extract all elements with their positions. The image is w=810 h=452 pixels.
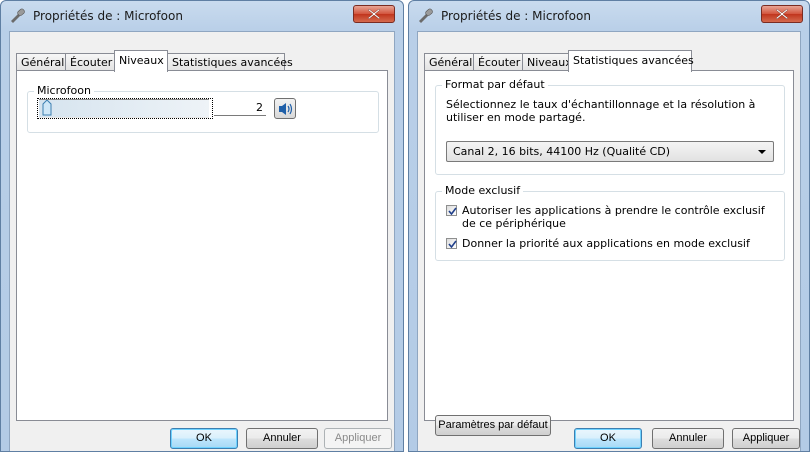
checkbox-row[interactable]: Donner la priorité aux applications en m… [446, 237, 780, 251]
title-bar[interactable]: Propriétés de : Microfoon [409, 1, 809, 31]
tab-listen[interactable]: Écouter [65, 53, 115, 70]
allow-exclusive-label[interactable]: Autoriser les applications à prendre le … [462, 204, 778, 230]
cancel-button[interactable]: Annuler [652, 428, 724, 449]
tab-advanced-statistics[interactable]: Statistiques avancées [167, 53, 293, 70]
microphone-level-group: Microfoon 2 [27, 84, 379, 133]
mute-button[interactable] [274, 98, 296, 119]
tab-panel-levels: Microfoon 2 [16, 70, 388, 421]
microphone-icon [419, 8, 433, 23]
cancel-button[interactable]: Annuler [246, 428, 318, 449]
tab-panel-advanced: Format par défaut Sélectionnez le taux d… [424, 70, 794, 436]
tab-general[interactable]: Général [424, 53, 474, 70]
ok-button[interactable]: OK [574, 428, 642, 449]
close-icon [368, 9, 380, 19]
title-bar[interactable]: Propriétés de : Microfoon [1, 1, 403, 31]
level-value-input[interactable]: 2 [214, 99, 266, 116]
tab-levels[interactable]: Niveaux [114, 50, 168, 72]
group-title: Mode exclusif [442, 184, 524, 197]
exclusive-priority-label[interactable]: Donner la priorité aux applications en m… [462, 237, 778, 250]
tab-advanced-statistics[interactable]: Statistiques avancées [568, 50, 694, 72]
exclusive-mode-group: Mode exclusif Autoriser les applications… [435, 184, 785, 261]
tab-levels[interactable]: Niveaux [522, 53, 572, 70]
default-format-group: Format par défaut Sélectionnez le taux d… [435, 78, 785, 175]
dialog-client: Général Écouter Niveaux Statistiques ava… [9, 31, 395, 451]
group-title: Format par défaut [442, 78, 548, 91]
close-button[interactable] [761, 5, 803, 23]
check-icon [448, 207, 457, 216]
properties-window-levels: Propriétés de : Microfoon Général Écoute… [0, 0, 404, 452]
tab-listen[interactable]: Écouter [473, 53, 523, 70]
group-title: Microfoon [34, 84, 94, 97]
allow-exclusive-checkbox[interactable] [446, 205, 457, 216]
level-slider[interactable] [39, 99, 209, 118]
ok-button[interactable]: OK [170, 428, 238, 449]
window-title: Propriétés de : Microfoon [33, 9, 183, 23]
check-icon [448, 240, 457, 249]
properties-window-advanced: Propriétés de : Microfoon Général Écoute… [408, 0, 810, 452]
chevron-down-icon [758, 150, 766, 154]
tab-general[interactable]: Général [16, 53, 66, 70]
window-title: Propriétés de : Microfoon [441, 9, 591, 23]
apply-button[interactable]: Appliquer [732, 428, 800, 449]
exclusive-priority-checkbox[interactable] [446, 238, 457, 249]
apply-button[interactable]: Appliquer [324, 428, 392, 449]
level-slider-thumb[interactable] [42, 100, 52, 116]
microphone-icon [11, 8, 25, 23]
restore-defaults-button[interactable]: Paramètres par défaut [435, 415, 551, 436]
checkbox-row[interactable]: Autoriser les applications à prendre le … [446, 204, 780, 232]
sample-rate-selected: Canal 2, 16 bits, 44100 Hz (Qualité CD) [453, 145, 671, 158]
sample-rate-select[interactable]: Canal 2, 16 bits, 44100 Hz (Qualité CD) [446, 141, 774, 162]
speaker-icon [279, 103, 293, 115]
dialog-client: Général Écouter Niveaux Statistiques ava… [417, 31, 801, 451]
close-icon [776, 9, 788, 19]
close-button[interactable] [353, 5, 395, 23]
default-format-description: Sélectionnez le taux d'échantillonnage e… [446, 98, 756, 124]
